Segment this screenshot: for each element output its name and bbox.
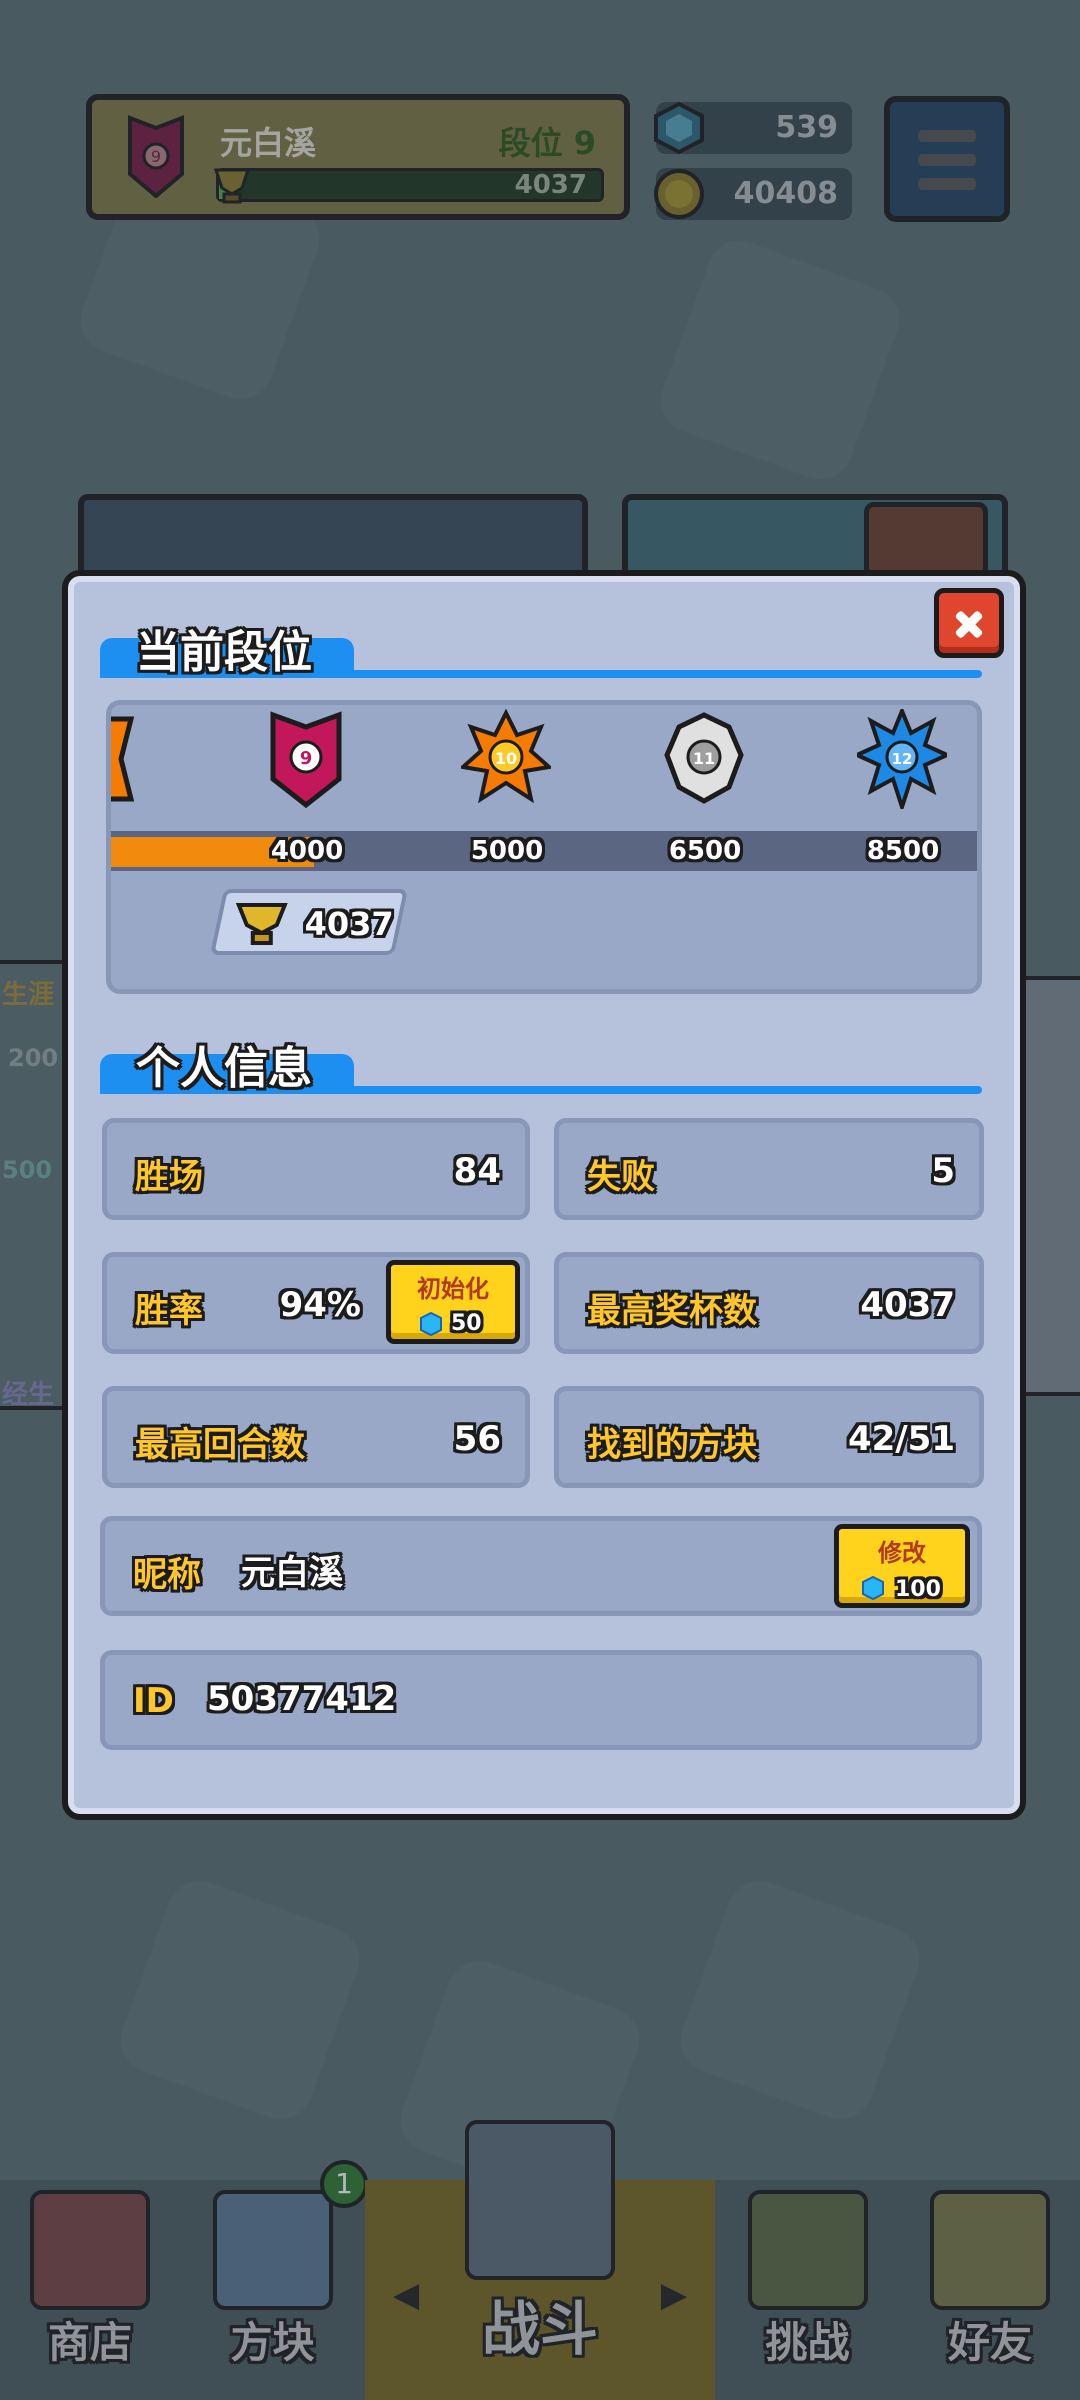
reset-button-cost: 50: [451, 1311, 482, 1336]
stat-label: 失败: [587, 1157, 655, 1197]
stat-losses: 失败 5: [554, 1118, 984, 1220]
rank-badge-icon: 12: [857, 709, 947, 809]
id-label: ID: [133, 1681, 174, 1721]
current-trophy-tag: 4037: [209, 889, 409, 955]
nickname-value: 元白溪: [241, 1553, 343, 1593]
section-title: 个人信息: [136, 1043, 312, 1094]
rank-threshold-label: 5000: [470, 836, 544, 866]
stat-blocks-found: 找到的方块 42/51: [554, 1386, 984, 1488]
svg-text:11: 11: [693, 749, 715, 768]
edit-button-label: 修改: [878, 1539, 926, 1567]
gem-icon: [420, 1311, 442, 1337]
stat-label: 胜率: [135, 1291, 203, 1331]
rank-badge-icon: 11: [664, 712, 744, 804]
reset-button-label: 初始化: [417, 1275, 489, 1303]
rank-track[interactable]: 9 10 11 12 00 4000 5000 6500 8500 4037: [106, 700, 982, 994]
stat-value: 4037: [860, 1285, 955, 1325]
edit-button-cost: 100: [895, 1577, 941, 1602]
id-row: ID 50377412: [100, 1650, 982, 1750]
stat-wins: 胜场 84: [102, 1118, 530, 1220]
rank-threshold-label: 6500: [668, 836, 742, 866]
stat-label: 最高回合数: [135, 1425, 305, 1465]
stat-label: 找到的方块: [587, 1425, 757, 1465]
trophy-icon: [235, 903, 288, 945]
stat-value: 94%: [279, 1285, 361, 1325]
stat-value: 5: [931, 1151, 955, 1191]
current-trophy-value: 4037: [304, 905, 394, 943]
stat-value: 42/51: [847, 1419, 955, 1459]
rank-threshold-label: 00: [111, 831, 151, 871]
gem-icon: [862, 1575, 884, 1601]
reset-button[interactable]: 初始化 50: [386, 1260, 520, 1344]
info-section-header: 个人信息: [100, 1043, 982, 1094]
svg-text:10: 10: [495, 749, 517, 768]
rank-badge-icon: 9: [270, 711, 342, 809]
section-title: 当前段位: [136, 627, 312, 678]
stat-value: 56: [453, 1419, 501, 1459]
stat-max-trophies: 最高奖杯数 4037: [554, 1252, 984, 1354]
rank-section-header: 当前段位: [100, 627, 982, 678]
stat-label: 最高奖杯数: [587, 1291, 757, 1331]
nickname-label: 昵称: [133, 1555, 201, 1595]
rank-threshold-label: 8500: [866, 836, 940, 866]
edit-nickname-button[interactable]: 修改 100: [834, 1524, 970, 1608]
rank-badge-icon: 10: [461, 709, 551, 804]
stat-label: 胜场: [135, 1157, 203, 1197]
stat-value: 84: [453, 1151, 501, 1191]
svg-text:12: 12: [892, 750, 913, 768]
svg-text:9: 9: [300, 748, 313, 769]
rank-badge-icon: [111, 716, 135, 802]
rank-threshold-label: 4000: [270, 836, 344, 866]
id-value: 50377412: [207, 1679, 397, 1719]
stat-max-rounds: 最高回合数 56: [102, 1386, 530, 1488]
